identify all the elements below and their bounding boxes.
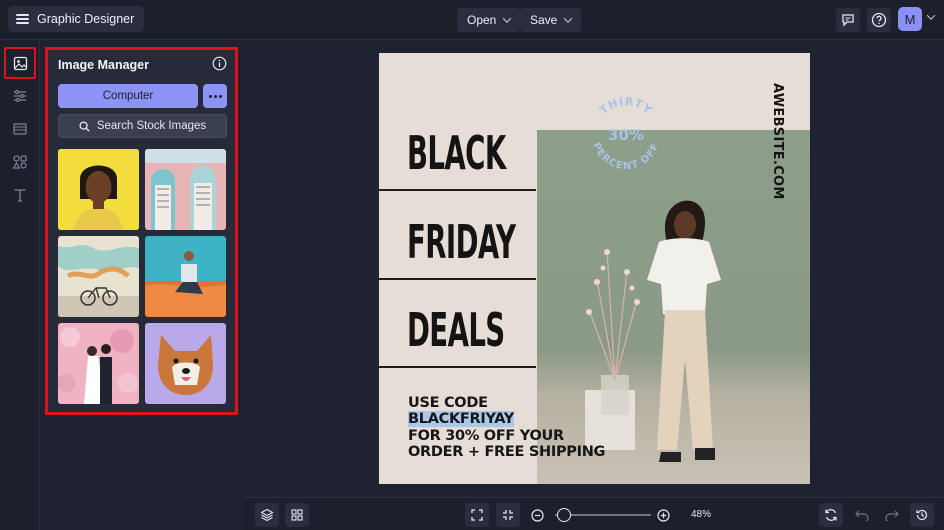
layers-button[interactable] [255, 503, 279, 527]
wedding-couple-image [58, 323, 139, 404]
rail-item-elements[interactable] [4, 146, 36, 178]
rail-item-text[interactable] [4, 179, 36, 211]
help-icon [871, 12, 887, 28]
stamp-number-text: 30% [608, 126, 644, 144]
app-title: Graphic Designer [37, 12, 135, 26]
app-menu-button[interactable]: Graphic Designer [8, 6, 145, 32]
history-icon [916, 509, 928, 521]
search-stock-images-button[interactable]: Search Stock Images [58, 114, 227, 138]
divider-line [379, 366, 536, 368]
redo-icon[interactable] [885, 509, 899, 521]
rail-item-layout[interactable] [4, 113, 36, 145]
search-stock-label: Search Stock Images [96, 120, 207, 132]
info-icon [212, 56, 227, 71]
help-button[interactable] [867, 8, 891, 32]
open-label: Open [467, 13, 497, 27]
chevron-down-icon [564, 14, 573, 23]
headline-friday[interactable]: FRIDAY [407, 215, 516, 269]
left-rail [0, 41, 40, 530]
shiba-dog-image [145, 323, 226, 404]
shrink-button[interactable] [496, 503, 520, 527]
chevron-down-icon [503, 14, 512, 23]
stamp-bottom-text: PERCENT OFF [590, 141, 660, 172]
image-manager-panel: Image Manager Computer Search Stock Imag… [45, 47, 238, 415]
bicycle-mural-image [58, 236, 139, 317]
promo-line-4[interactable]: ORDER + FREE SHIPPING [408, 444, 605, 460]
info-button[interactable] [212, 56, 227, 76]
image-icon [13, 56, 27, 70]
top-bar: Graphic Designer Open Save M [0, 0, 944, 40]
shapes-icon [12, 155, 27, 169]
save-label: Save [530, 13, 558, 27]
image-thumbnail[interactable] [58, 323, 139, 404]
bottom-bar: 48% [243, 497, 944, 530]
svg-text:THIRTY: THIRTY [597, 95, 655, 117]
grid-view-button[interactable] [285, 503, 309, 527]
thirty-percent-stamp: THIRTY PERCENT OFF 30% [590, 95, 661, 172]
sliders-icon [14, 89, 26, 103]
more-options-button[interactable] [203, 84, 227, 108]
website-text[interactable]: AWEBSITE.COM [769, 83, 785, 200]
divider-line [379, 189, 536, 191]
zoom-level[interactable]: 48% [683, 508, 719, 522]
image-thumbnail[interactable] [58, 149, 139, 230]
upload-from-computer-button[interactable]: Computer [58, 84, 198, 108]
text-icon [14, 189, 26, 202]
zoom-out-icon[interactable] [531, 509, 544, 522]
image-thumbnail[interactable] [145, 149, 226, 230]
chevron-down-icon[interactable] [926, 11, 936, 20]
expand-icon [471, 509, 483, 521]
woman-portrait-image [58, 149, 139, 230]
image-thumbnail[interactable] [58, 236, 139, 317]
headline-deals[interactable]: DEALS [407, 303, 505, 357]
image-thumbnail[interactable] [145, 236, 226, 317]
zoom-slider-handle[interactable] [557, 508, 571, 522]
stamp-top-text: THIRTY [597, 95, 654, 117]
design-canvas[interactable]: THIRTY PERCENT OFF 30% BLACK FRIDAY DEAL… [379, 53, 810, 484]
rail-item-images[interactable] [4, 47, 36, 79]
comment-icon [842, 14, 854, 27]
comments-button[interactable] [836, 8, 860, 32]
svg-text:PERCENT OFF: PERCENT OFF [590, 141, 661, 172]
more-dots-icon [208, 94, 212, 98]
history-button[interactable] [910, 503, 934, 527]
collapse-icon [503, 510, 513, 520]
promo-line-1[interactable]: USE CODE [408, 395, 488, 411]
fit-screen-button[interactable] [465, 503, 489, 527]
pink-doors-image [145, 149, 226, 230]
zoom-in-icon[interactable] [657, 509, 670, 522]
open-button[interactable]: Open [457, 8, 521, 32]
search-icon [79, 120, 90, 132]
image-thumbnail[interactable] [145, 323, 226, 404]
headline-black[interactable]: BLACK [407, 126, 506, 180]
grid-icon [291, 509, 303, 521]
promo-code[interactable]: BLACKFRIYAY [408, 411, 514, 427]
hamburger-icon [16, 14, 29, 24]
man-desert-image [145, 236, 226, 317]
refresh-icon [825, 509, 837, 521]
layers-icon [260, 508, 274, 522]
sync-button[interactable] [819, 503, 843, 527]
avatar[interactable]: M [898, 7, 922, 31]
undo-icon[interactable] [855, 509, 869, 521]
layout-icon [13, 123, 27, 135]
divider-line [379, 278, 536, 280]
panel-title: Image Manager [58, 58, 150, 72]
promo-line-3[interactable]: FOR 30% OFF YOUR [408, 428, 564, 444]
rail-item-adjust[interactable] [4, 80, 36, 112]
save-button[interactable]: Save [520, 8, 582, 32]
